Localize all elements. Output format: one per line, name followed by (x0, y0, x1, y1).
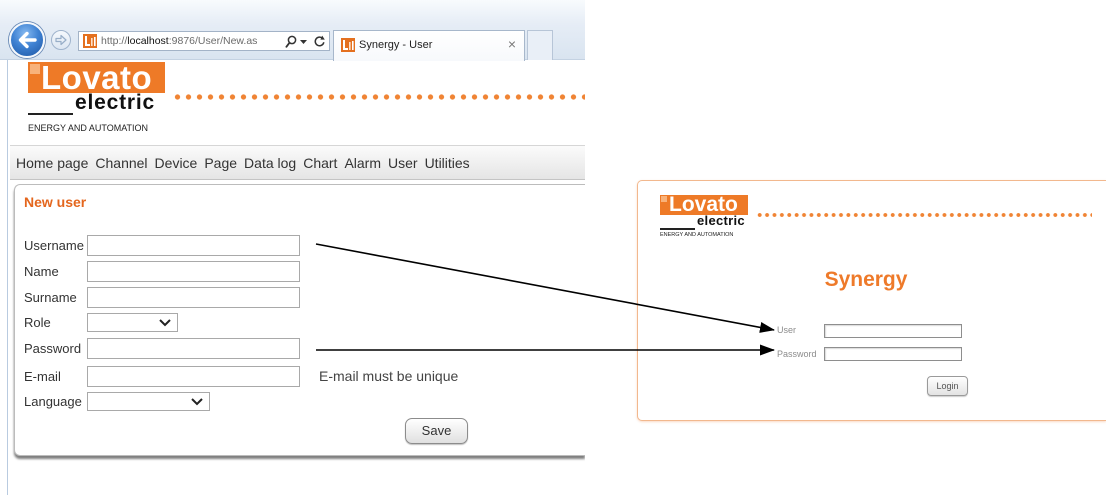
new-tab-button[interactable] (527, 30, 553, 60)
chevron-down-icon (159, 319, 171, 327)
logo-brand-box: Lovato (28, 61, 165, 94)
save-button[interactable]: Save (405, 418, 468, 444)
url-host: localhost (127, 35, 169, 47)
back-button[interactable] (9, 22, 45, 58)
panel-title: New user (24, 194, 87, 210)
email-hint: E-mail must be unique (319, 368, 459, 384)
password-input[interactable] (824, 347, 962, 361)
logo-rule (28, 113, 73, 115)
url-text[interactable]: http://localhost:9876/User/New.as (101, 32, 283, 50)
logo-tagline: ENERGY AND AUTOMATION (28, 123, 149, 133)
chevron-down-icon[interactable] (300, 40, 307, 44)
nav-item-home-page[interactable]: Home page (16, 155, 88, 171)
logo-mark (30, 64, 40, 74)
login-dots-divider (756, 212, 1092, 218)
nav-item-device[interactable]: Device (155, 155, 198, 171)
user-input[interactable] (824, 324, 962, 338)
window-frame-border (7, 60, 8, 495)
tab-title: Synergy - User (359, 39, 433, 51)
surname-label: Surname (24, 290, 77, 305)
password-label: Password (24, 341, 82, 356)
nav-item-user[interactable]: User (388, 155, 418, 171)
email-label: E-mail (24, 369, 61, 384)
name-label: Name (24, 264, 59, 279)
language-label: Language (24, 394, 82, 409)
browser-tab[interactable]: Synergy - User × (333, 30, 525, 61)
lovato-favicon-icon (83, 34, 97, 48)
login-button[interactable]: Login (927, 376, 968, 396)
logo-rule (660, 228, 695, 230)
url-path: :9876/User/New.as (168, 35, 258, 47)
nav-item-page[interactable]: Page (204, 155, 237, 171)
logo-sub: electric (697, 213, 745, 228)
nav-item-chart[interactable]: Chart (303, 155, 337, 171)
search-icon[interactable] (285, 35, 297, 48)
login-title: Synergy (824, 268, 908, 291)
main-nav: Home page Channel Device Page Data log C… (10, 145, 585, 180)
user-label: User (777, 325, 797, 335)
forward-button[interactable] (51, 30, 71, 50)
refresh-icon[interactable] (313, 35, 326, 48)
logo-tagline: ENERGY AND AUTOMATION (660, 232, 734, 238)
forward-arrow-icon (55, 34, 67, 46)
surname-input[interactable] (87, 287, 300, 308)
nav-item-utilities[interactable]: Utilities (425, 155, 470, 171)
nav-item-data-log[interactable]: Data log (244, 155, 296, 171)
logo-sub: electric (75, 91, 155, 114)
chevron-down-icon (191, 398, 203, 406)
lovato-logo: Lovato electric ENERGY AND AUTOMATION (28, 61, 168, 137)
password-label: Password (777, 349, 817, 359)
logo-mark (661, 196, 667, 202)
header-dots-divider (172, 93, 585, 101)
back-arrow-icon (18, 31, 37, 49)
logo-brand-box: Lovato (660, 194, 748, 215)
new-user-panel: New user Username Name Surname Role Pass… (14, 184, 585, 456)
password-input[interactable] (87, 338, 300, 359)
url-scheme: http:// (101, 35, 128, 47)
browser-toolbar: http://localhost:9876/User/New.as Synerg… (0, 0, 585, 61)
nav-item-alarm[interactable]: Alarm (344, 155, 381, 171)
address-bar[interactable]: http://localhost:9876/User/New.as (78, 31, 330, 51)
tab-close-button[interactable]: × (508, 31, 516, 58)
language-select[interactable] (87, 392, 210, 411)
login-panel: Lovato electric ENERGY AND AUTOMATION Sy… (637, 180, 1106, 421)
role-label: Role (24, 315, 51, 330)
lovato-favicon-icon (341, 38, 355, 52)
browser-window: http://localhost:9876/User/New.as Synerg… (0, 0, 585, 495)
role-select[interactable] (87, 313, 178, 332)
username-label: Username (24, 238, 84, 253)
name-input[interactable] (87, 261, 300, 282)
lovato-logo: Lovato electric ENERGY AND AUTOMATION (660, 194, 752, 241)
nav-item-channel[interactable]: Channel (95, 155, 147, 171)
username-input[interactable] (87, 235, 300, 256)
email-input[interactable] (87, 366, 300, 387)
